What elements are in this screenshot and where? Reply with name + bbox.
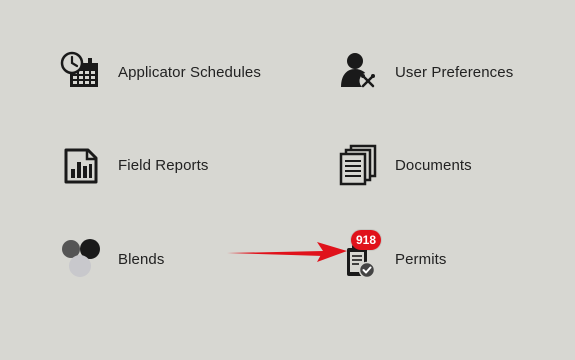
- menu-item-label: Field Reports: [118, 157, 209, 174]
- menu-item-label: Blends: [118, 251, 165, 268]
- menu-item-label: Permits: [395, 251, 447, 268]
- calendar-clock-icon: [60, 49, 104, 97]
- menu-item-permits[interactable]: 918 Permits: [337, 230, 537, 284]
- menu-item-label: Applicator Schedules: [118, 64, 261, 81]
- user-settings-icon: [337, 49, 381, 97]
- blend-circles-icon: [60, 236, 104, 284]
- menu-item-user-preferences[interactable]: User Preferences: [337, 49, 537, 97]
- documents-icon: [337, 142, 381, 190]
- menu-item-documents[interactable]: Documents: [337, 142, 537, 190]
- menu-item-field-reports[interactable]: Field Reports: [60, 142, 290, 190]
- notification-badge: 918: [351, 230, 381, 250]
- report-chart-icon: [60, 142, 104, 190]
- menu-item-label: Documents: [395, 157, 472, 174]
- annotation-arrow-icon: [227, 242, 347, 262]
- menu-item-applicator-schedules[interactable]: Applicator Schedules: [60, 49, 290, 97]
- menu-item-label: User Preferences: [395, 64, 514, 81]
